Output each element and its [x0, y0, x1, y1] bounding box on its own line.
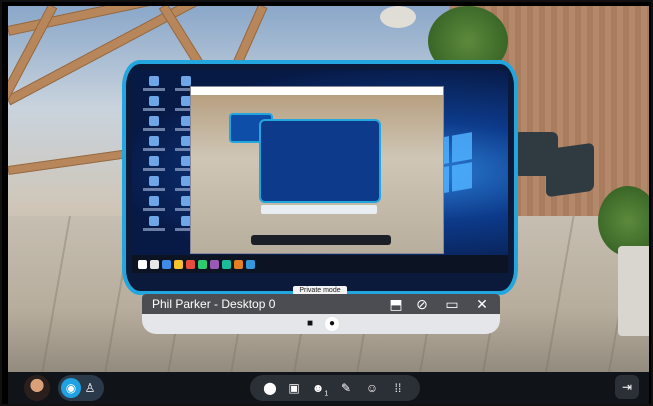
taskbar-icon[interactable] — [186, 259, 195, 269]
emoji-icon[interactable]: ☺ — [362, 378, 382, 398]
mic-icon[interactable]: ● — [325, 317, 339, 331]
nested-scene — [191, 95, 443, 253]
users-badge: 1 — [324, 390, 329, 398]
avatar[interactable] — [24, 375, 50, 401]
taskbar-icon[interactable] — [234, 259, 243, 269]
taskbar-icon[interactable] — [150, 259, 159, 269]
share-screen-icon[interactable]: ⬒ — [388, 296, 404, 312]
close-icon[interactable]: ✕ — [474, 296, 490, 312]
nested-control-bar — [261, 205, 377, 214]
windows-taskbar — [132, 255, 508, 273]
nested-bottom-bar — [251, 235, 391, 245]
hide-eye-icon[interactable]: ⊘ — [414, 296, 430, 312]
desktop-title: Phil Parker - Desktop 0 — [152, 297, 276, 311]
taskbar-icon[interactable] — [174, 259, 183, 269]
nested-app-window[interactable] — [190, 86, 444, 254]
view-mode-toggle[interactable]: ◉ ♙ — [58, 375, 104, 401]
taskbar-icon[interactable] — [162, 259, 171, 269]
monitor-toggle-icon[interactable]: ▭ — [444, 296, 460, 312]
mode-view-icon[interactable]: ◉ — [61, 378, 81, 398]
virtual-monitor[interactable] — [122, 60, 518, 295]
taskbar-icon[interactable] — [210, 259, 219, 269]
nested-monitor — [259, 119, 381, 203]
taskbar-icon[interactable] — [198, 259, 207, 269]
camera-icon[interactable]: ■ — [303, 317, 317, 331]
exit-icon[interactable]: ⇥ — [615, 375, 639, 399]
nested-title-bar[interactable] — [191, 87, 443, 95]
plant-pot — [618, 246, 649, 336]
start-icon[interactable] — [138, 259, 147, 269]
app-window: Private mode Phil Parker - Desktop 0 ⬒ ⊘… — [0, 0, 653, 406]
roof-beam — [8, 147, 138, 175]
location-icon[interactable]: ⬤ — [260, 378, 280, 398]
apps-grid-icon[interactable]: ⁞⁞ — [388, 378, 408, 398]
taskbar-icon[interactable] — [222, 259, 231, 269]
bottom-toolbar: ◉ ♙ ⬤ ▣ ☻1 ✎ ☺ ⁞⁞ ⇥ — [8, 372, 649, 404]
shared-desktop[interactable] — [132, 70, 508, 273]
mute-mic-icon[interactable]: ✎ — [336, 378, 356, 398]
main-actions: ⬤ ▣ ☻1 ✎ ☺ ⁞⁞ — [250, 375, 420, 401]
monitor-control-bar: Phil Parker - Desktop 0 ⬒ ⊘ ▭ ✕ ■ ● — [142, 294, 500, 334]
light-source — [380, 6, 416, 28]
mode-person-icon[interactable]: ♙ — [82, 378, 98, 398]
control-bar-header: Phil Parker - Desktop 0 ⬒ ⊘ ▭ ✕ — [142, 294, 500, 314]
window-icon[interactable]: ▣ — [284, 378, 304, 398]
users-icon[interactable]: ☻1 — [310, 378, 330, 398]
taskbar-icon[interactable] — [246, 259, 255, 269]
chair — [546, 142, 594, 198]
